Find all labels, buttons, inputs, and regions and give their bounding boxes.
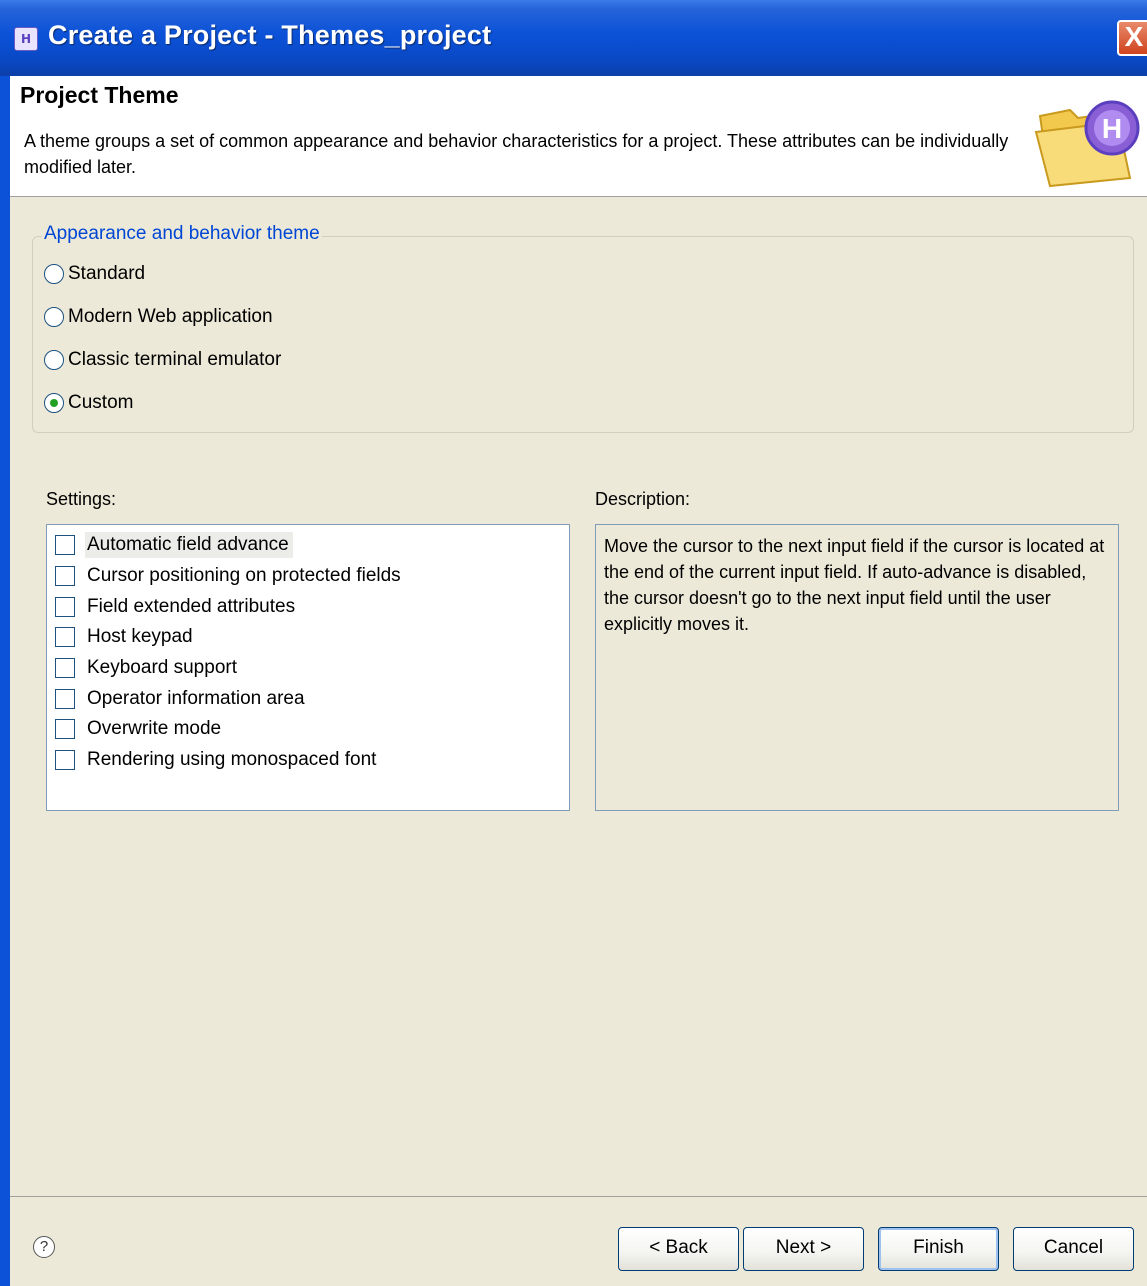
checkbox[interactable] (55, 749, 75, 770)
description-label: Description: (595, 489, 691, 509)
checkbox[interactable] (55, 596, 75, 617)
setting-host-keypad[interactable]: Host keypad (55, 622, 197, 651)
setting-automatic-field-advance[interactable]: Automatic field advance (55, 530, 293, 559)
folder-h-icon: H (1034, 100, 1140, 188)
setting-label: Keyboard support (87, 656, 237, 678)
radio-button-checked[interactable] (44, 393, 64, 413)
setting-overwrite-mode[interactable]: Overwrite mode (55, 714, 225, 743)
setting-label: Rendering using monospaced font (87, 748, 377, 770)
window-border (0, 76, 10, 1286)
settings-label: Settings: (46, 489, 117, 509)
wizard-header: Project Theme A theme groups a set of co… (10, 76, 1147, 197)
checkbox[interactable] (55, 565, 75, 586)
description-text: Move the cursor to the next input field … (604, 536, 1105, 634)
radio-label: Standard (68, 263, 146, 284)
page-title: Project Theme (20, 82, 179, 108)
window-title: Create a Project - Themes_project (48, 20, 492, 50)
radio-standard[interactable]: Standard (44, 260, 145, 288)
setting-label: Overwrite mode (87, 717, 222, 739)
radio-button[interactable] (44, 350, 64, 370)
title-bar[interactable]: H Create a Project - Themes_project X (0, 0, 1147, 76)
setting-operator-information-area[interactable]: Operator information area (55, 684, 309, 713)
settings-list[interactable]: Automatic field advance Cursor positioni… (46, 524, 570, 811)
checkbox[interactable] (55, 718, 75, 739)
theme-group-legend: Appearance and behavior theme (42, 223, 322, 245)
radio-label: Modern Web application (68, 306, 273, 327)
cancel-button[interactable]: Cancel (1013, 1227, 1134, 1271)
back-button[interactable]: < Back (618, 1227, 739, 1271)
setting-label: Automatic field advance (85, 531, 293, 558)
setting-cursor-positioning[interactable]: Cursor positioning on protected fields (55, 561, 405, 590)
radio-classic-terminal[interactable]: Classic terminal emulator (44, 346, 281, 374)
footer-separator (10, 1196, 1147, 1197)
setting-monospaced-font[interactable]: Rendering using monospaced font (55, 745, 380, 774)
setting-label: Operator information area (87, 687, 305, 709)
description-box: Move the cursor to the next input field … (595, 524, 1119, 811)
checkbox[interactable] (55, 657, 75, 678)
setting-keyboard-support[interactable]: Keyboard support (55, 653, 241, 682)
project-wizard-icon: H (14, 27, 38, 51)
logo-letter: H (1102, 113, 1122, 144)
setting-label: Cursor positioning on protected fields (87, 564, 401, 586)
checkbox[interactable] (55, 626, 75, 647)
radio-button[interactable] (44, 307, 64, 327)
help-icon[interactable]: ? (33, 1236, 55, 1258)
page-description: A theme groups a set of common appearanc… (24, 131, 1009, 177)
theme-groupbox (32, 236, 1134, 433)
checkbox[interactable] (55, 688, 75, 709)
radio-label: Custom (68, 392, 134, 413)
checkbox[interactable] (55, 534, 75, 555)
radio-button[interactable] (44, 264, 64, 284)
radio-label: Classic terminal emulator (68, 349, 282, 370)
setting-label: Host keypad (87, 625, 193, 647)
radio-modern-web[interactable]: Modern Web application (44, 303, 273, 331)
next-button[interactable]: Next > (743, 1227, 864, 1271)
finish-button[interactable]: Finish (878, 1227, 999, 1271)
close-button[interactable]: X (1117, 20, 1147, 56)
setting-label: Field extended attributes (87, 595, 296, 617)
radio-custom[interactable]: Custom (44, 389, 133, 417)
setting-field-extended-attributes[interactable]: Field extended attributes (55, 592, 299, 621)
